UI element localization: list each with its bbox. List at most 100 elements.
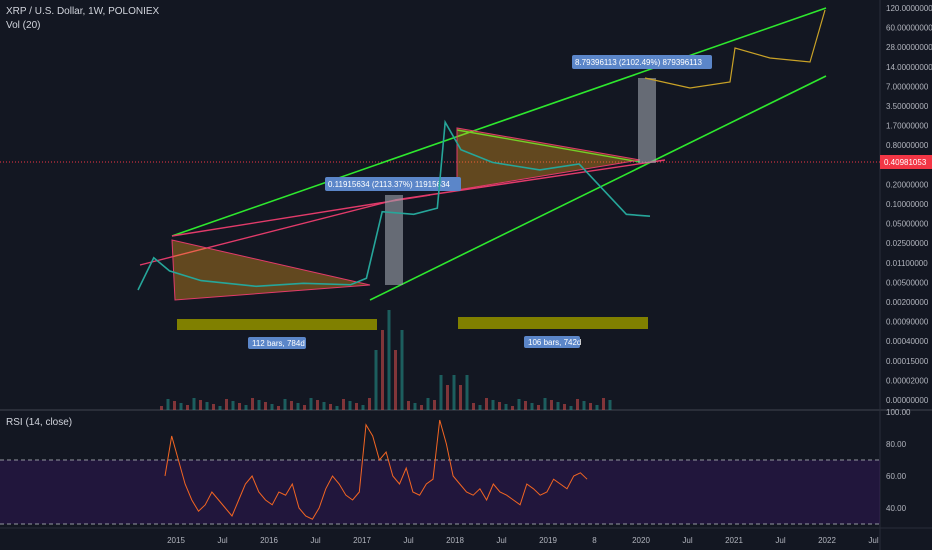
- volume-bar: [387, 310, 391, 410]
- time-tick-label: 2019: [539, 536, 557, 545]
- volume-bar: [218, 406, 222, 410]
- price-tick-label: 3.50000000: [886, 102, 929, 111]
- volume-bar: [244, 405, 248, 410]
- price-tick-label: 0.01100000: [886, 259, 928, 268]
- volume-bar: [160, 406, 163, 410]
- volume-bar: [595, 405, 599, 410]
- price-tick-label: 0.10000000: [886, 200, 929, 209]
- price-tick-label: 0.00090000: [886, 318, 929, 327]
- volume-bar: [472, 403, 475, 410]
- volume-bar: [335, 406, 339, 410]
- measure-label: 0.11915634 (2113.37%) 11915634: [328, 180, 450, 189]
- volume-bar: [309, 398, 313, 410]
- volume-bar: [602, 398, 605, 410]
- volume-bar: [452, 375, 456, 410]
- price-tick-label: 0.00200000: [886, 298, 929, 307]
- triangle-pattern-1: [171, 239, 371, 301]
- rsi-tick-label: 60.00: [886, 472, 907, 481]
- measure-box: [385, 195, 403, 285]
- current-price-label: 0.40981053: [884, 158, 927, 167]
- measure-label: 8.79396113 (2102.49%) 879396113: [575, 58, 702, 67]
- time-tick-label: 2020: [632, 536, 650, 545]
- price-tick-label: 60.00000000: [886, 24, 932, 33]
- volume-bar: [290, 401, 293, 410]
- volume-bar: [231, 401, 235, 410]
- rsi-tick-label: 40.00: [886, 504, 907, 513]
- time-tick-label: 2022: [818, 536, 836, 545]
- volume-bar: [361, 405, 365, 410]
- time-tick-label: Jul: [775, 536, 785, 545]
- range-label: 106 bars, 742d: [528, 338, 581, 347]
- price-tick-label: 1.70000000: [886, 122, 929, 131]
- volume-bar: [238, 403, 241, 410]
- price-projection-line: [644, 9, 826, 89]
- volume-bar: [400, 330, 404, 410]
- volume-bar: [270, 404, 274, 410]
- time-tick-label: Jul: [403, 536, 413, 545]
- volume-bar: [491, 400, 495, 410]
- volume-bar: [348, 401, 352, 410]
- price-tick-label: 0.00000000: [886, 396, 929, 405]
- volume-bar: [394, 350, 397, 410]
- time-tick-label: Jul: [217, 536, 227, 545]
- volume-bar: [303, 405, 306, 410]
- time-tick-label: 2017: [353, 536, 371, 545]
- volume-bar: [576, 399, 579, 410]
- volume-bar: [446, 385, 449, 410]
- volume-bar: [179, 403, 183, 410]
- volume-bar: [277, 406, 280, 410]
- price-tick-label: 28.00000000: [886, 43, 932, 52]
- volume-bar: [517, 399, 521, 410]
- volume-bar: [433, 400, 436, 410]
- volume-bar: [186, 405, 189, 410]
- volume-bar: [355, 403, 358, 410]
- time-tick-label: Jul: [682, 536, 692, 545]
- price-tick-label: 0.00002000: [886, 376, 929, 385]
- price-tick-label: 0.00040000: [886, 337, 929, 346]
- volume-bar: [296, 403, 300, 410]
- volume-bar: [329, 404, 332, 410]
- volume-bar: [524, 401, 527, 410]
- price-tick-label: 120.00000000: [886, 4, 932, 13]
- volume-bar: [283, 399, 287, 410]
- volume-bar: [556, 402, 560, 410]
- volume-bar: [205, 402, 209, 410]
- volume-bar: [407, 401, 410, 410]
- time-tick-label: 2015: [167, 536, 185, 545]
- volume-bar: [225, 399, 228, 410]
- volume-bar: [563, 404, 566, 410]
- volume-bar: [192, 398, 196, 410]
- volume-bar: [342, 399, 345, 410]
- volume-bar: [537, 405, 540, 410]
- time-tick-label: 2016: [260, 536, 278, 545]
- volume-bar: [498, 402, 501, 410]
- volume-bar: [413, 403, 417, 410]
- price-tick-label: 7.00000000: [886, 82, 929, 91]
- rsi-tick-label: 100.00: [886, 408, 911, 417]
- channel-upper-line: [171, 7, 827, 237]
- volume-bar: [439, 375, 443, 410]
- volume-bar: [381, 330, 384, 410]
- price-tick-label: 0.02500000: [886, 239, 929, 248]
- volume-bar: [368, 398, 371, 410]
- volume-bar: [426, 398, 430, 410]
- volume-bar: [212, 404, 215, 410]
- time-tick-label: Jul: [868, 536, 878, 545]
- volume-bar: [257, 400, 261, 410]
- volume-bar: [465, 375, 469, 410]
- volume-bar: [199, 400, 202, 410]
- price-chart[interactable]: 120.00000000 60.00000000 28.00000000 14.000…: [0, 0, 932, 550]
- price-tick-label: 14.00000000: [886, 63, 932, 72]
- volume-bar: [322, 402, 326, 410]
- rsi-band-fill: [0, 460, 880, 524]
- volume-bar: [589, 403, 592, 410]
- volume-bar: [511, 406, 514, 410]
- price-tick-label: 0.00015000: [886, 357, 929, 366]
- volume-bar: [485, 398, 488, 410]
- volume-bar: [569, 406, 573, 410]
- volume-bar: [608, 400, 612, 410]
- volume-bar: [420, 405, 423, 410]
- volume-bar: [166, 399, 170, 410]
- time-tick-label: Jul: [496, 536, 506, 545]
- volume-bar: [264, 402, 267, 410]
